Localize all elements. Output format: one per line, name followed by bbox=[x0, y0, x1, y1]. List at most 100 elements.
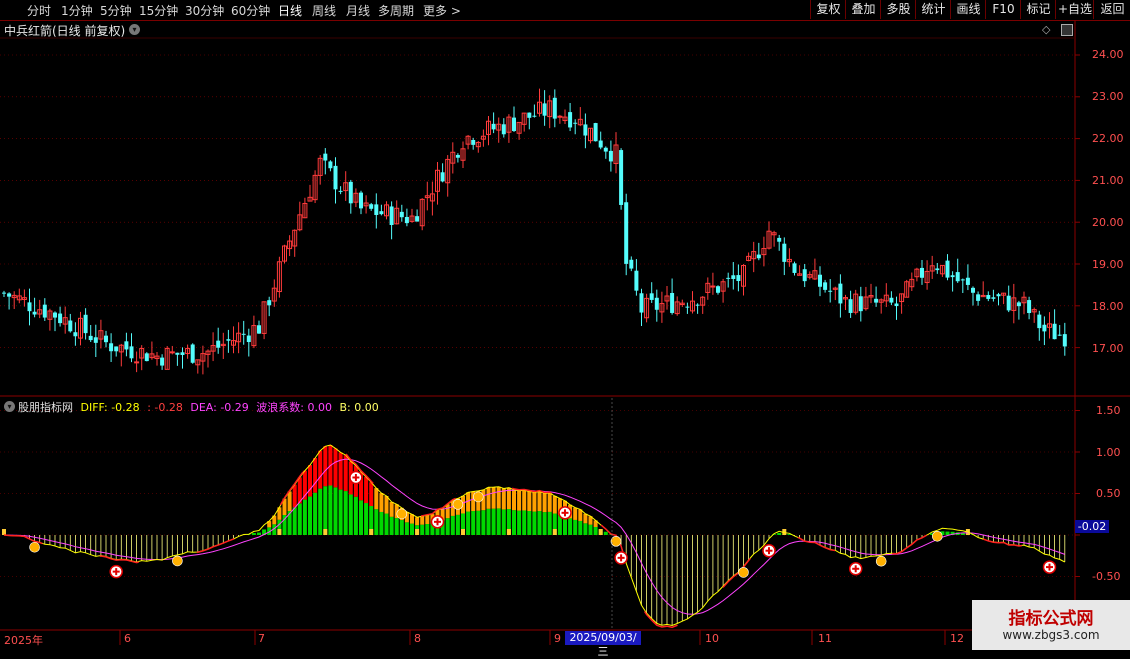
candle-body bbox=[226, 339, 230, 341]
candle-body bbox=[895, 304, 899, 307]
histogram-bar bbox=[415, 517, 419, 525]
histogram-bar bbox=[339, 490, 343, 535]
candle-body bbox=[573, 123, 577, 124]
candle-body bbox=[828, 291, 832, 292]
candle-body bbox=[757, 255, 761, 259]
candle-body bbox=[609, 151, 613, 162]
candle-body bbox=[889, 298, 893, 303]
histogram-bar bbox=[405, 522, 409, 535]
candle-body bbox=[553, 98, 557, 119]
date-tick: 8 bbox=[414, 632, 421, 645]
price-tick: 18.00 bbox=[1092, 300, 1124, 313]
candle-body bbox=[175, 353, 179, 355]
histogram-bar bbox=[390, 502, 394, 517]
histogram-bar bbox=[492, 509, 496, 535]
candle-body bbox=[181, 352, 185, 355]
price-tick: 17.00 bbox=[1092, 342, 1124, 355]
candle-body bbox=[400, 212, 404, 217]
candle-body bbox=[145, 353, 149, 361]
date-tick: 9 bbox=[554, 632, 561, 645]
histogram-bar bbox=[349, 494, 353, 535]
candle-body bbox=[532, 116, 536, 117]
histogram-marker bbox=[599, 529, 603, 535]
histogram-bar bbox=[293, 485, 297, 508]
candle-body bbox=[685, 307, 689, 308]
histogram-bar bbox=[354, 497, 358, 535]
histogram-marker bbox=[369, 529, 373, 535]
histogram-marker bbox=[553, 529, 557, 535]
histogram-bar bbox=[456, 515, 460, 535]
candle-body bbox=[640, 293, 644, 312]
candle-body bbox=[777, 238, 781, 242]
candle-body bbox=[379, 211, 383, 214]
indicator-dropdown-icon[interactable]: ▾ bbox=[4, 401, 15, 412]
indicator-tick: 1.50 bbox=[1096, 404, 1121, 417]
date-tick: 2025年 bbox=[4, 632, 43, 648]
histogram-bar bbox=[379, 512, 383, 535]
histogram-bar bbox=[257, 533, 261, 535]
candle-body bbox=[359, 193, 363, 209]
price-tick: 24.00 bbox=[1092, 48, 1124, 61]
candle-body bbox=[670, 293, 674, 313]
histogram-bar bbox=[553, 496, 557, 514]
candle-body bbox=[390, 206, 394, 225]
histogram-bar bbox=[303, 500, 307, 535]
candle-body bbox=[655, 298, 659, 310]
candle-body bbox=[2, 293, 6, 294]
date-tick: 10 bbox=[705, 632, 719, 645]
date-tick: 11 bbox=[818, 632, 832, 645]
candle-body bbox=[374, 204, 378, 215]
histogram-bar bbox=[492, 487, 496, 509]
candle-body bbox=[349, 182, 353, 203]
candle-body bbox=[160, 358, 164, 366]
candle-body bbox=[191, 344, 195, 362]
price-tick: 19.00 bbox=[1092, 258, 1124, 271]
histogram-marker bbox=[2, 529, 6, 535]
candle-body bbox=[696, 305, 700, 306]
histogram-bar bbox=[594, 527, 598, 535]
histogram-bar bbox=[476, 511, 480, 535]
histogram-bar bbox=[318, 451, 322, 489]
indicator-tick: 1.00 bbox=[1096, 446, 1121, 459]
candle-body bbox=[782, 244, 786, 262]
candle-body bbox=[1017, 302, 1021, 306]
histogram-bar bbox=[604, 532, 608, 535]
candle-body bbox=[58, 314, 62, 324]
histogram-bar bbox=[364, 477, 368, 503]
candle-body bbox=[170, 352, 174, 353]
candle-body bbox=[558, 116, 562, 117]
diff-value: DIFF: -0.28 bbox=[81, 401, 140, 414]
histogram-bar bbox=[400, 520, 404, 535]
histogram-bar bbox=[502, 509, 506, 535]
kline-chart[interactable] bbox=[0, 0, 1130, 650]
indicator-series bbox=[2, 398, 1065, 630]
histogram-marker bbox=[507, 529, 511, 535]
candle-body bbox=[920, 268, 924, 278]
histogram-bar bbox=[446, 504, 450, 518]
histogram-bar bbox=[573, 520, 577, 535]
candle-body bbox=[1053, 324, 1057, 339]
candle-body bbox=[818, 275, 822, 287]
indicator-name: 股朋指标网 bbox=[18, 401, 73, 414]
indicator-tick: 0.50 bbox=[1096, 487, 1121, 500]
candle-body bbox=[124, 341, 128, 349]
histogram-bar bbox=[517, 511, 521, 535]
histogram-bar bbox=[420, 525, 424, 535]
histogram-bar bbox=[548, 493, 552, 512]
histogram-bar bbox=[527, 511, 531, 535]
histogram-bar bbox=[313, 458, 317, 493]
price-tick: 20.00 bbox=[1092, 216, 1124, 229]
candle-body bbox=[334, 166, 338, 189]
price-tick: 23.00 bbox=[1092, 90, 1124, 103]
histogram-bar bbox=[532, 512, 536, 535]
candle-body bbox=[731, 275, 735, 279]
candle-body bbox=[1037, 315, 1041, 328]
histogram-bar bbox=[946, 532, 950, 535]
candle-body bbox=[130, 346, 134, 358]
coin-signal-icon bbox=[397, 509, 407, 519]
histogram-bar bbox=[583, 523, 587, 535]
histogram-bar bbox=[578, 521, 582, 535]
candle-body bbox=[793, 263, 797, 273]
histogram-bar bbox=[374, 488, 378, 509]
histogram-marker bbox=[323, 529, 327, 535]
